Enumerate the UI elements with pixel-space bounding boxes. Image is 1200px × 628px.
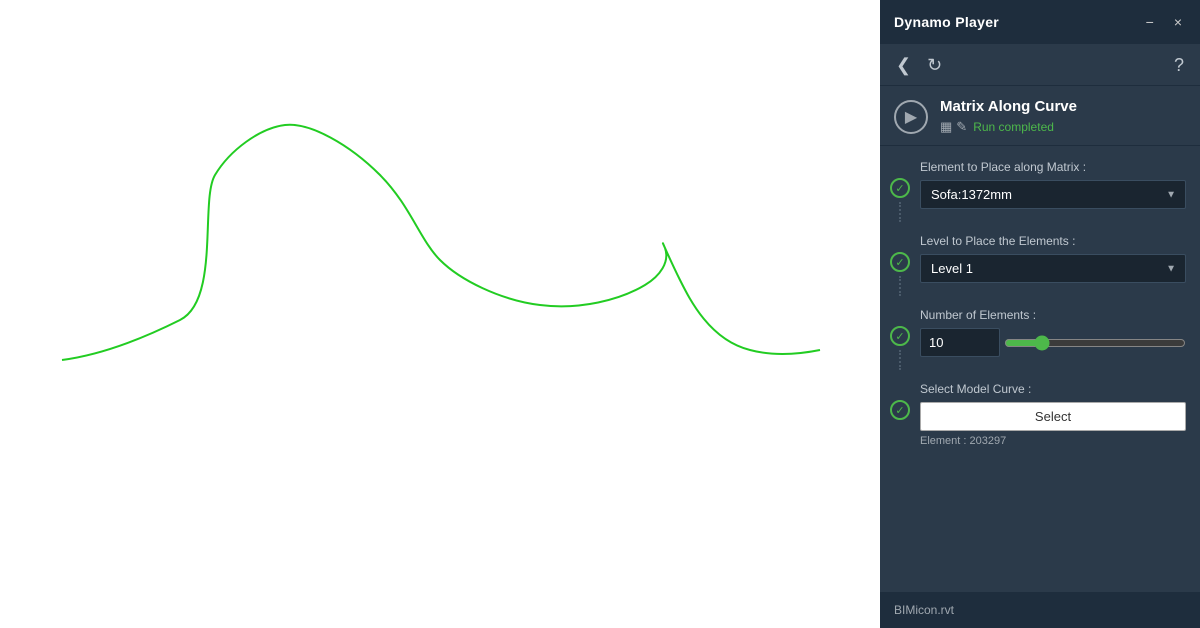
check-circle-number: ✓: [890, 326, 910, 346]
number-slider[interactable]: [1004, 335, 1186, 351]
param-label-element: Element to Place along Matrix :: [920, 160, 1186, 174]
run-button[interactable]: ▶: [894, 100, 928, 134]
number-input[interactable]: [920, 328, 1000, 357]
element-id: Element : 203297: [920, 435, 1186, 447]
dotted-line-2: [899, 276, 901, 296]
refresh-button[interactable]: ↻: [921, 52, 948, 78]
panel-title: Dynamo Player: [894, 14, 999, 30]
number-input-row: [920, 328, 1186, 357]
select-curve-button[interactable]: Select: [920, 402, 1186, 431]
edit-icon: ✎: [956, 119, 967, 135]
minimize-button[interactable]: −: [1142, 13, 1158, 31]
param-content-element: Element to Place along Matrix : Sofa:137…: [920, 160, 1200, 215]
level-dropdown[interactable]: Level 1: [920, 254, 1186, 283]
script-meta: ▦ ✎ Run completed: [940, 119, 1186, 135]
run-status: Run completed: [973, 120, 1054, 134]
param-row-curve: ✓ Select Model Curve : Select Element : …: [880, 376, 1200, 459]
dropdown-wrapper-element: Sofa:1372mm: [920, 180, 1186, 209]
param-content-level: Level to Place the Elements : Level 1: [920, 234, 1200, 289]
param-label-number: Number of Elements :: [920, 308, 1186, 322]
refresh-icon: ↻: [927, 56, 942, 74]
help-button[interactable]: ?: [1168, 52, 1190, 78]
script-header: ▶ Matrix Along Curve ▦ ✎ Run completed: [880, 86, 1200, 146]
param-check-number: ✓: [880, 308, 920, 370]
element-dropdown[interactable]: Sofa:1372mm: [920, 180, 1186, 209]
check-circle-element: ✓: [890, 178, 910, 198]
param-row-level: ✓ Level to Place the Elements : Level 1: [880, 228, 1200, 302]
param-row-element: ✓ Element to Place along Matrix : Sofa:1…: [880, 154, 1200, 228]
title-bar-controls: − ×: [1142, 13, 1186, 31]
script-info: Matrix Along Curve ▦ ✎ Run completed: [940, 98, 1186, 135]
close-button[interactable]: ×: [1170, 13, 1186, 31]
dropdown-wrapper-level: Level 1: [920, 254, 1186, 283]
param-content-number: Number of Elements :: [920, 308, 1200, 363]
param-check-element: ✓: [880, 160, 920, 222]
check-circle-level: ✓: [890, 252, 910, 272]
back-button[interactable]: ❮: [890, 52, 917, 78]
canvas-area: [0, 0, 880, 628]
script-name: Matrix Along Curve: [940, 98, 1186, 115]
dotted-line-1: [899, 202, 901, 222]
param-check-curve: ✓: [880, 382, 920, 420]
panel-footer: BIMicon.rvt: [880, 592, 1200, 628]
filename: BIMicon.rvt: [894, 603, 954, 617]
params-area: ✓ Element to Place along Matrix : Sofa:1…: [880, 146, 1200, 592]
check-circle-curve: ✓: [890, 400, 910, 420]
back-icon: ❮: [896, 56, 911, 74]
param-content-curve: Select Model Curve : Select Element : 20…: [920, 382, 1200, 453]
run-icon: ▶: [905, 107, 917, 127]
help-icon: ?: [1174, 56, 1184, 74]
file-icon: ▦: [940, 119, 952, 135]
script-icons: ▦ ✎: [940, 119, 967, 135]
param-label-curve: Select Model Curve :: [920, 382, 1186, 396]
toolbar: ❮ ↻ ?: [880, 44, 1200, 86]
title-bar: Dynamo Player − ×: [880, 0, 1200, 44]
param-check-level: ✓: [880, 234, 920, 296]
dotted-line-3: [899, 350, 901, 370]
dynamo-panel: Dynamo Player − × ❮ ↻ ? ▶ Matrix Along C…: [880, 0, 1200, 628]
param-row-number: ✓ Number of Elements :: [880, 302, 1200, 376]
param-label-level: Level to Place the Elements :: [920, 234, 1186, 248]
model-curve: [62, 125, 820, 360]
